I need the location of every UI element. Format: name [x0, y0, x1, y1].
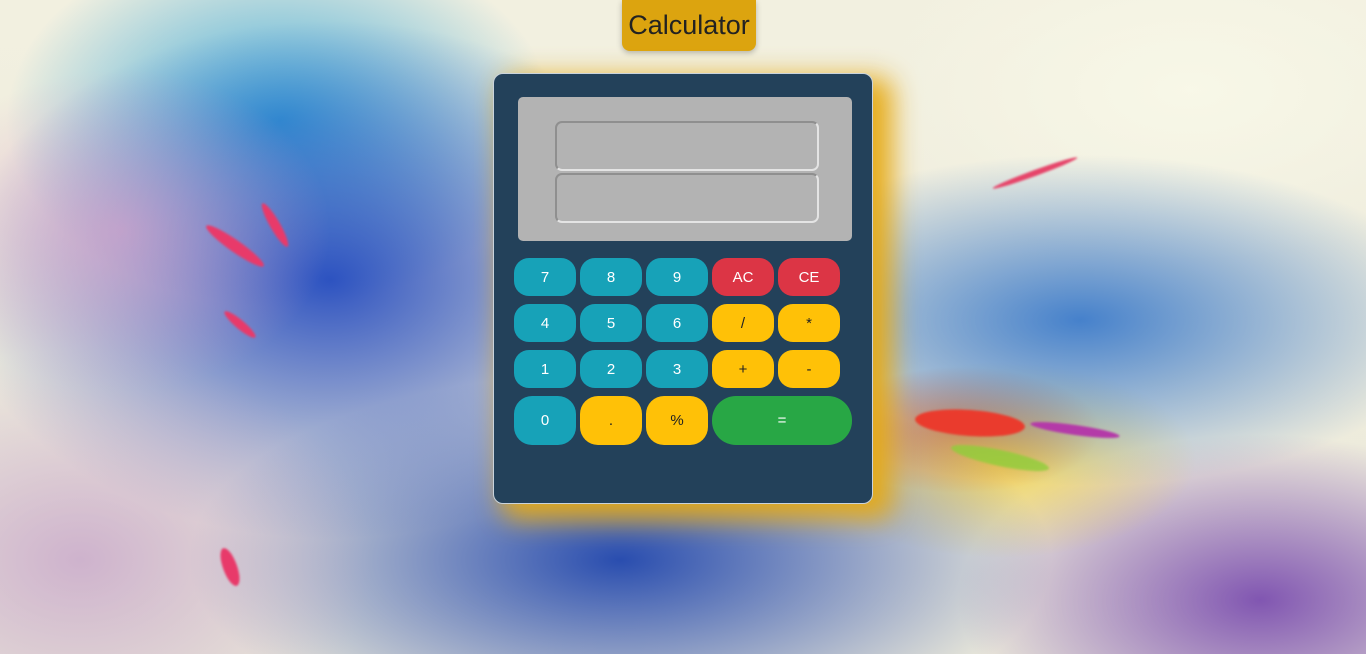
- divide-button[interactable]: /: [712, 304, 774, 342]
- result-display[interactable]: [555, 173, 819, 223]
- page-title: Calculator: [622, 0, 756, 51]
- paint-streak: [1029, 418, 1121, 442]
- calculator-screen: [518, 97, 852, 241]
- percent-button[interactable]: %: [646, 396, 708, 445]
- paint-streak: [221, 308, 259, 341]
- paint-streak: [258, 200, 292, 250]
- key-3[interactable]: 3: [646, 350, 708, 388]
- key-6[interactable]: 6: [646, 304, 708, 342]
- multiply-button[interactable]: *: [778, 304, 840, 342]
- paint-streak: [216, 545, 244, 589]
- all-clear-button[interactable]: AC: [712, 258, 774, 296]
- key-4[interactable]: 4: [514, 304, 576, 342]
- paint-streak: [949, 439, 1051, 477]
- expression-display[interactable]: [555, 121, 819, 171]
- paint-streak: [991, 154, 1079, 192]
- key-9[interactable]: 9: [646, 258, 708, 296]
- key-0[interactable]: 0: [514, 396, 576, 445]
- key-5[interactable]: 5: [580, 304, 642, 342]
- decimal-point-button[interactable]: .: [580, 396, 642, 445]
- key-2[interactable]: 2: [580, 350, 642, 388]
- add-button[interactable]: +: [712, 350, 774, 388]
- subtract-button[interactable]: -: [778, 350, 840, 388]
- key-8[interactable]: 8: [580, 258, 642, 296]
- paint-streak: [202, 221, 268, 271]
- paint-streak: [914, 406, 1026, 440]
- calculator: 7 8 9 AC CE 4 5 6 / * 1 2 3 + - 0 . % =: [493, 73, 873, 504]
- key-7[interactable]: 7: [514, 258, 576, 296]
- key-1[interactable]: 1: [514, 350, 576, 388]
- clear-entry-button[interactable]: CE: [778, 258, 840, 296]
- equals-button[interactable]: =: [712, 396, 852, 445]
